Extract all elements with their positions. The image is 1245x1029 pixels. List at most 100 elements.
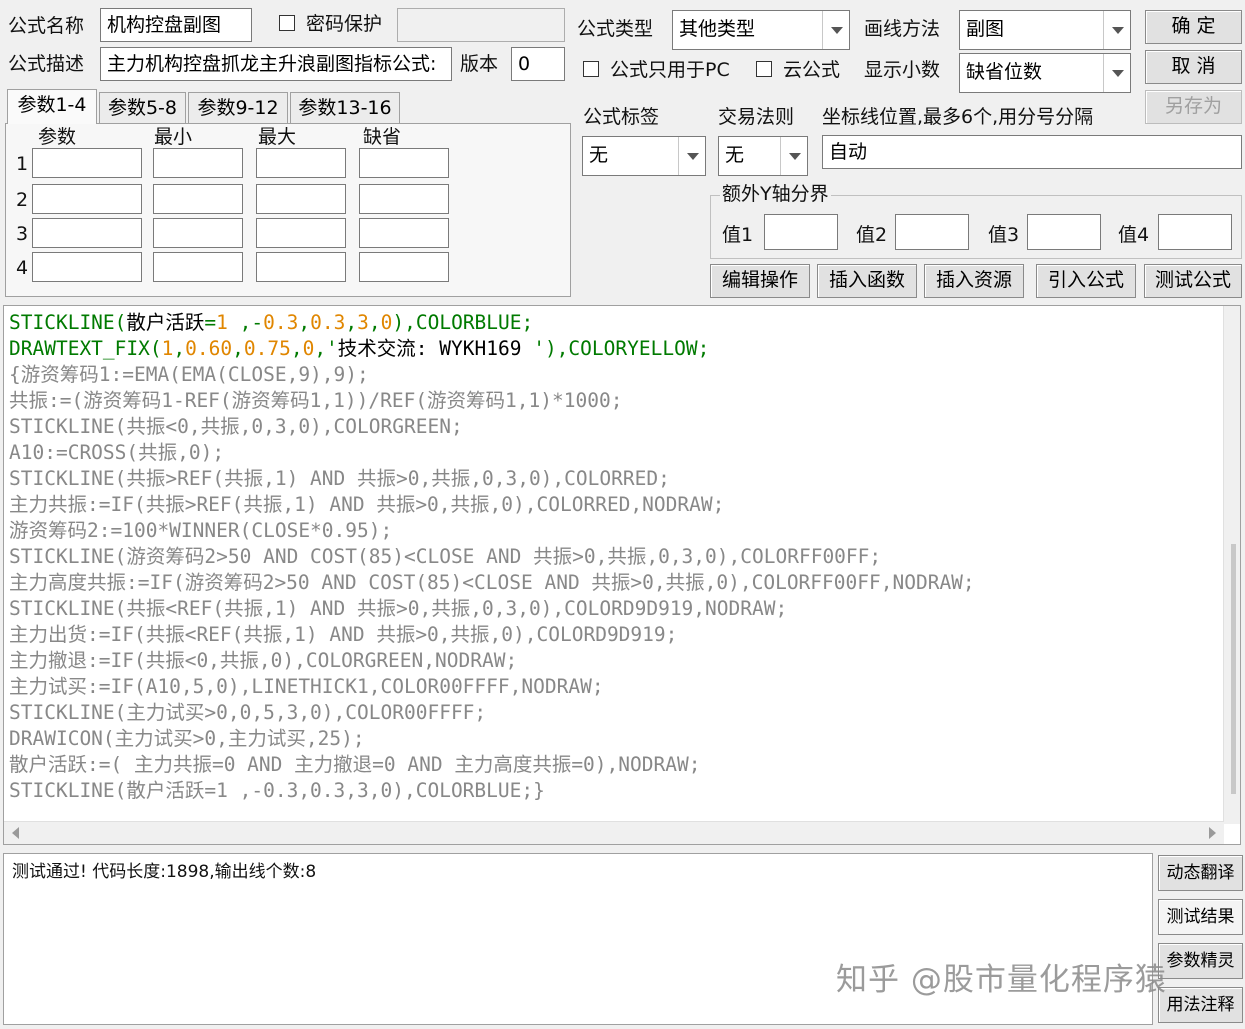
insert-function-button[interactable]: 插入函数 (817, 264, 917, 298)
code-line: STICKLINE(共振<0,共振,0,3,0),COLORGREEN; (9, 414, 975, 440)
code-token: DRAWICON(主力试买>0,主力试买,25); (9, 727, 365, 750)
yval2-input[interactable] (895, 214, 969, 250)
formula-type-value: 其他类型 (679, 18, 756, 40)
chevron-down-icon[interactable] (678, 137, 705, 175)
param-1-min[interactable] (153, 148, 243, 178)
code-token: STICKLINE( (9, 311, 127, 334)
axis-position-label: 坐标线位置,最多6个,用分号分隔 (822, 106, 1094, 128)
horizontal-scrollbar[interactable] (4, 821, 1224, 844)
code-token: , (232, 337, 244, 360)
param-header-max: 最大 (258, 126, 297, 148)
code-token: 主力出货:=IF(共振<REF(共振,1) AND 共振>0,共振,0),COL… (9, 623, 678, 646)
formula-tag-select[interactable]: 无 (582, 136, 706, 176)
code-line: 散户活跃:=( 主力共振=0 AND 主力撤退=0 AND 主力高度共振=0),… (9, 752, 975, 778)
param-1-max[interactable] (256, 148, 346, 178)
test-output-area[interactable]: 测试通过! 代码长度:1898,输出线个数:8 (3, 853, 1153, 1025)
draw-method-value: 副图 (966, 18, 1005, 40)
code-editor[interactable]: STICKLINE(散户活跃=1 ,-0.3,0.3,3,0),COLORBLU… (3, 305, 1241, 845)
param-1-name[interactable] (32, 148, 142, 178)
pc-only-label: 公式只用于PC (610, 59, 730, 81)
param-4-name[interactable] (32, 252, 142, 282)
code-line: STICKLINE(散户活跃=1 ,-0.3,0.3,3,0),COLORBLU… (9, 310, 975, 336)
usage-notes-button[interactable]: 用法注释 (1158, 987, 1243, 1023)
cloud-label: 云公式 (783, 59, 841, 81)
param-4-min[interactable] (153, 252, 243, 282)
cancel-button[interactable]: 取 消 (1145, 50, 1242, 84)
scroll-thumb[interactable] (1231, 544, 1236, 794)
yval3-input[interactable] (1027, 214, 1101, 250)
edit-ops-button[interactable]: 编辑操作 (710, 264, 810, 298)
formula-type-select[interactable]: 其他类型 (672, 10, 850, 50)
code-token: ,- (227, 311, 264, 334)
param-3-min[interactable] (153, 218, 243, 248)
code-line: {游资筹码1:=EMA(EMA(CLOSE,9),9); (9, 362, 975, 388)
axis-position-input[interactable]: 自动 (822, 135, 1242, 169)
formula-tag-value: 无 (589, 144, 609, 166)
code-token: STICKLINE(主力试买>0,0,5,3,0),COLOR00FFFF; (9, 701, 487, 724)
yval2-label: 值2 (856, 224, 888, 246)
draw-method-label: 画线方法 (864, 18, 941, 40)
chevron-down-icon[interactable] (822, 11, 849, 49)
code-token: 0.75 (243, 337, 291, 360)
param-header-name: 参数 (38, 126, 77, 148)
param-2-min[interactable] (153, 184, 243, 214)
code-line: 主力出货:=IF(共振<REF(共振,1) AND 共振>0,共振,0),COL… (9, 622, 975, 648)
tab-params-13-16[interactable]: 参数13-16 (290, 92, 400, 124)
yval4-input[interactable] (1158, 214, 1232, 250)
vertical-scrollbar[interactable] (1223, 306, 1240, 824)
param-2-max[interactable] (256, 184, 346, 214)
save-as-button[interactable]: 另存为 (1145, 90, 1242, 124)
code-token: STICKLINE(散户活跃=1 ,-0.3,0.3,3,0),COLORBLU… (9, 779, 545, 802)
scroll-right-icon[interactable] (1209, 827, 1216, 839)
code-token: 主力共振:=IF(共振>REF(共振,1) AND 共振>0,共振,0),COL… (9, 493, 725, 516)
code-token: STICKLINE(共振<0,共振,0,3,0),COLORGREEN; (9, 415, 463, 438)
code-token: '),COLORYELLOW; (533, 337, 710, 360)
import-formula-button[interactable]: 引入公式 (1036, 264, 1136, 298)
param-3-max[interactable] (256, 218, 346, 248)
param-2-name[interactable] (32, 184, 142, 214)
chevron-down-icon[interactable] (1103, 11, 1130, 49)
param-4-default[interactable] (359, 252, 449, 282)
pc-only-checkbox[interactable] (583, 61, 599, 77)
tab-params-9-12[interactable]: 参数9-12 (188, 92, 288, 124)
yval1-input[interactable] (764, 214, 838, 250)
cloud-checkbox[interactable] (756, 61, 772, 77)
param-row-num: 3 (16, 223, 29, 245)
tab-params-5-8[interactable]: 参数5-8 (99, 92, 186, 124)
dynamic-translate-button[interactable]: 动态翻译 (1158, 855, 1243, 891)
code-text[interactable]: STICKLINE(散户活跃=1 ,-0.3,0.3,3,0),COLORBLU… (9, 310, 975, 804)
insert-resource-button[interactable]: 插入资源 (924, 264, 1024, 298)
test-result-button[interactable]: 测试结果 (1158, 899, 1243, 935)
code-token: , (345, 311, 358, 334)
code-line: 主力高度共振:=IF(游资筹码2>50 AND COST(85)<CLOSE A… (9, 570, 975, 596)
decimals-select[interactable]: 缺省位数 (959, 53, 1131, 93)
version-input[interactable]: 0 (511, 47, 565, 81)
ok-button[interactable]: 确 定 (1145, 10, 1242, 44)
code-token: 1 (161, 337, 174, 360)
param-1-default[interactable] (359, 148, 449, 178)
formula-desc-input[interactable]: 主力机构控盘抓龙主升浪副图指标公式: (100, 47, 452, 81)
param-header-min: 最小 (154, 126, 193, 148)
test-formula-button[interactable]: 测试公式 (1144, 264, 1242, 298)
tab-params-1-4[interactable]: 参数1-4 (7, 89, 97, 124)
param-4-max[interactable] (256, 252, 346, 282)
trade-rule-select[interactable]: 无 (718, 136, 808, 176)
code-token: {游资筹码1:=EMA(EMA(CLOSE,9),9); (9, 363, 369, 386)
scroll-left-icon[interactable] (12, 827, 19, 839)
param-3-name[interactable] (32, 218, 142, 248)
chevron-down-icon[interactable] (1103, 54, 1130, 92)
code-token: 技术交流: WYKH169 (337, 337, 534, 360)
formula-name-input[interactable]: 机构控盘副图 (100, 8, 252, 42)
param-wizard-button[interactable]: 参数精灵 (1158, 943, 1243, 979)
param-3-default[interactable] (359, 218, 449, 248)
draw-method-select[interactable]: 副图 (959, 10, 1131, 50)
formula-tag-label: 公式标签 (583, 106, 660, 128)
code-token: STICKLINE(共振<REF(共振,1) AND 共振>0,共振,0,3,0… (9, 597, 788, 620)
param-2-default[interactable] (359, 184, 449, 214)
watermark: 知乎 @股市量化程序猿 (836, 962, 1167, 998)
code-token: , (368, 311, 381, 334)
code-token: , (173, 337, 186, 360)
password-checkbox[interactable] (279, 15, 295, 31)
code-token: 散户活跃:=( 主力共振=0 AND 主力撤退=0 AND 主力高度共振=0),… (9, 753, 701, 776)
chevron-down-icon[interactable] (780, 137, 807, 175)
